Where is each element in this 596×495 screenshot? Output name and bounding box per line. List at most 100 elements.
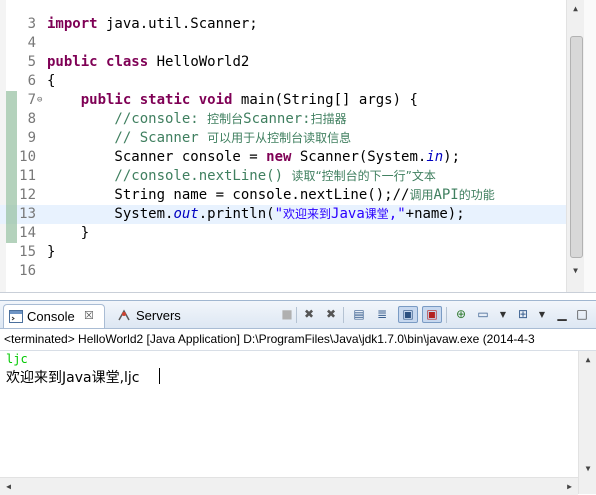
code-text: } xyxy=(47,243,55,262)
code-text: //console: 控制台Scanner:扫描器 xyxy=(47,110,347,129)
code-token: } xyxy=(47,244,56,260)
toolbar-separator xyxy=(343,307,344,323)
code-line[interactable]: 8 //console: 控制台Scanner:扫描器 xyxy=(0,110,566,129)
tab-servers-label: Servers xyxy=(136,308,181,323)
code-token: Scanner console = xyxy=(47,149,267,165)
display-selected-console-icon[interactable]: ▭ xyxy=(474,306,492,323)
code-token: HelloWorld2 xyxy=(148,54,250,70)
scroll-up-arrow-icon[interactable]: ▲ xyxy=(567,0,584,17)
close-icon[interactable]: ☒ xyxy=(84,305,94,328)
code-line[interactable]: 3 import java.util.Scanner; xyxy=(0,15,566,34)
tab-console[interactable]: Console ☒ xyxy=(3,304,105,328)
scroll-down-arrow-icon[interactable]: ▼ xyxy=(579,460,596,477)
remove-launch-icon[interactable]: ✖ xyxy=(300,306,318,323)
code-text: import java.util.Scanner; xyxy=(47,15,258,34)
tab-servers[interactable]: Servers xyxy=(115,304,187,327)
code-line[interactable]: 5 public class HelloWorld2 xyxy=(0,53,566,72)
scroll-left-arrow-icon[interactable]: ◀ xyxy=(0,478,17,495)
scroll-up-arrow-icon[interactable]: ▲ xyxy=(579,351,596,368)
code-token: Java xyxy=(331,206,365,222)
code-token: .println( xyxy=(198,206,275,222)
view-tab-bar: Console ☒ Servers ■ ✖ ✖ ▤ ≣ ▣ ▣ ⊕ ▭ ▼ ⊞ … xyxy=(0,301,596,329)
code-token: // Scanner xyxy=(47,130,208,146)
line-number: 10 xyxy=(19,149,36,165)
overview-ruler xyxy=(584,0,596,292)
code-token: 调用 xyxy=(409,188,434,202)
code-line[interactable]: 15} xyxy=(0,243,566,262)
maximize-icon[interactable]: □ xyxy=(573,306,591,323)
code-token: } xyxy=(47,225,90,241)
line-number: 15 xyxy=(19,244,36,260)
scroll-right-arrow-icon[interactable]: ▶ xyxy=(561,478,578,495)
code-token: 扫描器 xyxy=(310,112,347,126)
code-text: } xyxy=(47,224,89,243)
line-number: 16 xyxy=(19,263,36,279)
code-token: main(String[] args) { xyxy=(232,92,418,108)
terminate-icon[interactable]: ■ xyxy=(278,306,296,323)
console-process-label: <terminated> HelloWorld2 [Java Applicati… xyxy=(0,329,596,351)
scroll-lock-icon[interactable]: ≣ xyxy=(373,306,391,323)
remove-all-terminated-icon[interactable]: ✖ xyxy=(322,306,340,323)
code-token: 读取“控制台的下一行”文本 xyxy=(291,169,436,183)
chevron-down-icon[interactable]: ▼ xyxy=(533,306,551,323)
code-text: public static void main(String[] args) { xyxy=(47,91,418,110)
code-token: //console.nextLine() xyxy=(47,168,292,184)
chevron-down-icon[interactable]: ▼ xyxy=(494,306,512,323)
code-line[interactable]: 4 xyxy=(0,34,566,53)
console-horizontal-scrollbar[interactable]: ◀ ▶ xyxy=(0,477,578,495)
line-number: 3 xyxy=(27,16,36,32)
pin-console-icon[interactable]: ⊕ xyxy=(452,306,470,323)
line-number: 14 xyxy=(19,225,36,241)
fold-toggle-icon[interactable]: ⊖ xyxy=(37,91,42,110)
code-token: String name = console.nextLine();// xyxy=(47,187,410,203)
code-token: ); xyxy=(443,149,461,165)
open-console-icon[interactable]: ⊞ xyxy=(514,306,532,323)
console-icon xyxy=(9,310,23,323)
code-line[interactable]: 11 //console.nextLine() 读取“控制台的下一行”文本 xyxy=(0,167,566,186)
code-line[interactable]: 6{ xyxy=(0,72,566,91)
console-vertical-scrollbar[interactable]: ▲ ▼ xyxy=(578,351,596,494)
line-number: 7 xyxy=(27,92,36,108)
code-token: public xyxy=(80,92,132,108)
clear-console-icon[interactable]: ▤ xyxy=(350,306,368,323)
code-token: 控制台 xyxy=(207,112,244,126)
line-number: 12 xyxy=(19,187,36,203)
code-line[interactable]: 9 // Scanner 可以用于从控制台读取信息 xyxy=(0,129,566,148)
show-on-stdout-icon[interactable]: ▣ xyxy=(398,306,418,323)
show-on-stderr-icon[interactable]: ▣ xyxy=(422,306,442,323)
code-token: //console: xyxy=(47,111,208,127)
code-token: void xyxy=(198,92,233,108)
code-text: String name = console.nextLine();//调用API… xyxy=(47,186,494,205)
code-token: class xyxy=(106,54,149,70)
code-editor[interactable]: 3 import java.util.Scanner; 4 5 public class… xyxy=(0,0,596,293)
code-line[interactable]: 7 ⊖ public static void main(String[] args… xyxy=(0,91,566,110)
console-output[interactable]: ljc 欢迎来到Java课堂,ljc xyxy=(0,351,578,477)
code-text: public class HelloWorld2 xyxy=(47,53,249,72)
line-number: 8 xyxy=(27,111,36,127)
code-text: //console.nextLine() 读取“控制台的下一行”文本 xyxy=(47,167,436,186)
code-token: in xyxy=(426,149,444,165)
code-line[interactable]: 14 } xyxy=(0,224,566,243)
line-number: 9 xyxy=(27,130,36,146)
servers-icon xyxy=(118,309,130,321)
code-line[interactable]: 12 String name = console.nextLine();//调用… xyxy=(0,186,566,205)
line-number: 11 xyxy=(19,168,36,184)
code-line[interactable]: 10 Scanner console = new Scanner(System.… xyxy=(0,148,566,167)
code-token: public xyxy=(47,54,98,70)
console-view: Console ☒ Servers ■ ✖ ✖ ▤ ≣ ▣ ▣ ⊕ ▭ ▼ ⊞ … xyxy=(0,300,596,495)
tab-console-label: Console xyxy=(27,309,75,324)
scroll-down-arrow-icon[interactable]: ▼ xyxy=(567,262,584,279)
code-token: import xyxy=(47,16,98,32)
scroll-thumb[interactable] xyxy=(570,36,583,258)
minimize-icon[interactable]: ▁ xyxy=(553,306,571,323)
code-token: java.util.Scanner; xyxy=(97,16,258,32)
line-number: 4 xyxy=(27,35,36,51)
code-token: Scanner(System. xyxy=(291,149,427,165)
code-token: API xyxy=(433,187,459,203)
editor-vertical-scrollbar[interactable]: ▲ ▼ xyxy=(566,0,584,292)
code-line[interactable]: 16 xyxy=(0,262,566,281)
code-line[interactable]: 13 System.out.println("欢迎来到Java课堂,"+name… xyxy=(0,205,566,224)
